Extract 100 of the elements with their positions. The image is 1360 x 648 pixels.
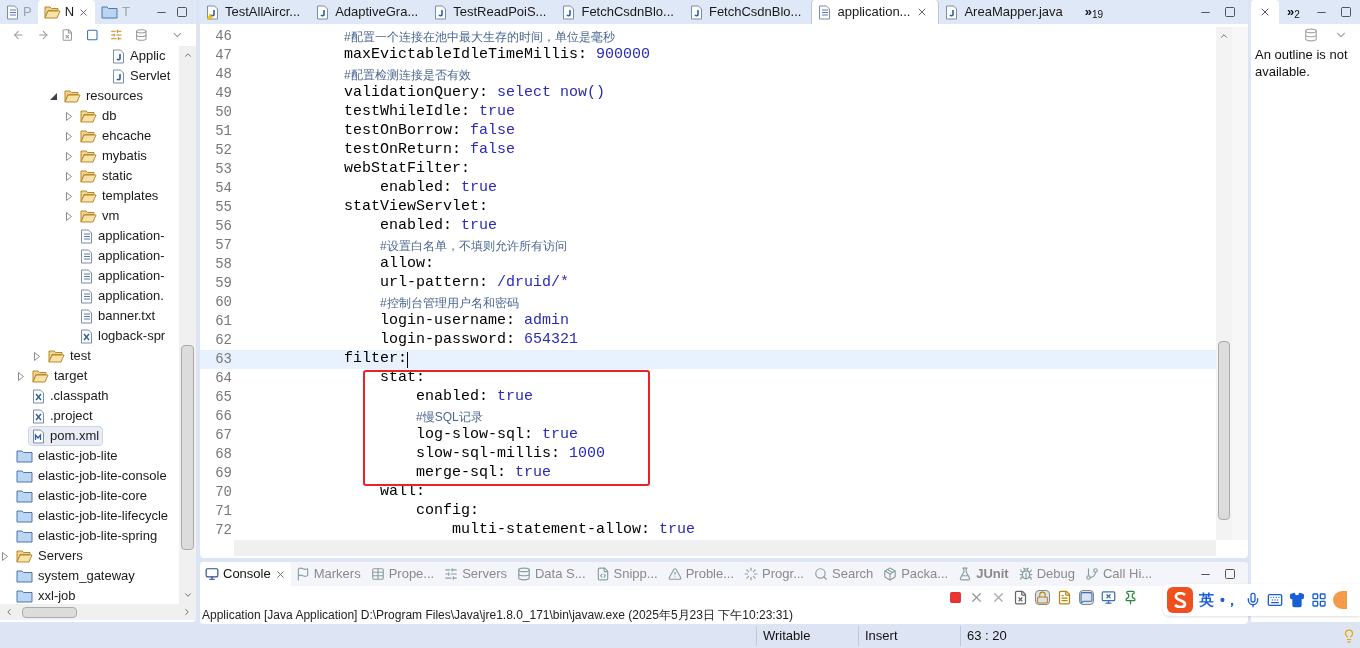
tree-item[interactable]: application- — [76, 246, 169, 266]
project-folder-icon — [16, 529, 33, 543]
close-icon[interactable] — [1259, 6, 1271, 18]
line-number: 72 — [214, 521, 232, 540]
view-tab[interactable]: Console — [200, 562, 291, 586]
editor-tab[interactable]: FetchCsdnBlo... — [556, 0, 684, 24]
tree-item[interactable]: resources — [60, 86, 148, 106]
editor-tab[interactable]: FetchCsdnBlo... — [683, 0, 812, 24]
show-output-icon[interactable] — [1079, 589, 1094, 605]
tree-item[interactable]: elastic-job-lite — [12, 446, 122, 466]
horizontal-scrollbar[interactable] — [0, 604, 196, 620]
link-editor-icon[interactable] — [110, 28, 123, 42]
expanded-arrow-icon[interactable] — [49, 92, 57, 100]
line-number: 59 — [214, 274, 232, 293]
tree-item[interactable]: target — [28, 366, 92, 386]
editor-tab[interactable]: AdaptiveGra... — [310, 0, 429, 24]
editor-tab[interactable]: TestReadPoiS... — [428, 0, 557, 24]
back-icon[interactable] — [12, 28, 25, 42]
line-number: 66 — [214, 407, 232, 426]
scroll-up-icon[interactable] — [182, 50, 193, 60]
tree-item[interactable]: Applic — [108, 46, 170, 66]
tree-item[interactable]: elastic-job-lite-lifecycle — [12, 506, 173, 526]
collapsed-arrow-icon[interactable] — [66, 211, 72, 221]
tree-item[interactable]: db — [76, 106, 121, 126]
yaml-value: true — [479, 102, 516, 123]
collapsed-arrow-icon[interactable] — [66, 151, 72, 161]
maximize-icon[interactable] — [176, 6, 188, 18]
tree-item[interactable]: vm — [76, 206, 124, 226]
collapsed-arrow-icon[interactable] — [66, 111, 72, 121]
tab-overflow[interactable]: »2 — [1287, 2, 1300, 22]
tree-item[interactable]: banner.txt — [76, 306, 160, 326]
input-method-logo-icon[interactable] — [1167, 587, 1193, 613]
tree-item[interactable]: static — [76, 166, 137, 186]
editor-tab[interactable]: application... — [811, 0, 940, 24]
tree-item[interactable]: Servlet — [108, 66, 175, 86]
tree-item[interactable]: test — [44, 346, 95, 366]
line-number: 68 — [214, 445, 232, 464]
scroll-up-icon[interactable] — [1219, 31, 1229, 41]
tree-item[interactable]: elastic-job-lite-console — [12, 466, 171, 486]
bug-icon — [1018, 567, 1033, 581]
collapsed-arrow-icon[interactable] — [34, 351, 40, 361]
maximize-icon[interactable] — [1340, 6, 1352, 18]
scroll-lock-icon[interactable] — [1035, 589, 1050, 605]
yaml-value: true — [461, 216, 498, 237]
collapsed-arrow-icon[interactable] — [18, 371, 24, 381]
line-number: 69 — [214, 464, 232, 483]
collapsed-arrow-icon[interactable] — [2, 551, 8, 561]
tab-overflow[interactable]: »19 — [1084, 2, 1104, 22]
text-file-icon — [80, 288, 93, 304]
vertical-scrollbar[interactable] — [179, 46, 196, 604]
collapsed-arrow-icon[interactable] — [66, 191, 72, 201]
maximize-icon[interactable] — [1224, 568, 1236, 580]
tree-item[interactable]: templates — [76, 186, 163, 206]
keyboard-icon[interactable] — [1266, 592, 1283, 608]
tree-item[interactable]: application- — [76, 266, 169, 286]
forward-icon[interactable] — [36, 28, 50, 42]
line-number: 60 — [214, 293, 232, 312]
status-text: Writable — [756, 626, 858, 646]
scroll-down-icon[interactable] — [182, 590, 193, 600]
avatar-icon[interactable] — [1332, 591, 1347, 609]
shirt-icon[interactable] — [1288, 592, 1305, 608]
tree-item[interactable]: mybatis — [76, 146, 151, 166]
tree-item[interactable]: Servers — [12, 546, 87, 566]
tree-item[interactable]: application- — [76, 226, 169, 246]
collapsed-arrow-icon[interactable] — [66, 131, 72, 141]
project-folder-icon — [16, 449, 33, 463]
pin-icon[interactable] — [1123, 589, 1138, 605]
tree-item[interactable]: xxl-job — [12, 586, 80, 604]
line-number: 55 — [214, 198, 232, 217]
clear-console-icon[interactable] — [1013, 589, 1028, 605]
scroll-left-icon[interactable] — [4, 607, 14, 617]
tree-item[interactable]: elastic-job-lite-spring — [12, 526, 162, 546]
yaml-value: /druid/* — [497, 273, 570, 294]
line-number: 46 — [214, 27, 232, 46]
close-icon[interactable] — [274, 568, 286, 580]
editor-tab[interactable]: TestAllAircr... — [200, 0, 311, 24]
tree-item[interactable]: .project — [28, 406, 97, 426]
punctuation-toggle[interactable]: •， — [1220, 589, 1239, 611]
tree-item[interactable]: logback-spr — [76, 326, 170, 346]
console-output: Application [Java Application] D:\Program Files\Java\jre1.8.0_171\bin\javaw.exe (2025年5月23日 下午10:23:31) — [201, 608, 794, 622]
yaml-value: true — [659, 520, 696, 540]
view-tab[interactable]: N — [37, 0, 96, 24]
editor-tab[interactable]: AreaMapper.java — [939, 0, 1073, 24]
tree-item[interactable]: system_gateway — [12, 566, 139, 586]
tree-item[interactable]: .classpath — [28, 386, 113, 406]
tree-item[interactable]: application. — [76, 286, 168, 306]
language-toggle[interactable]: 英 — [1199, 588, 1214, 612]
collapsed-arrow-icon[interactable] — [66, 171, 72, 181]
collapse-all-icon[interactable] — [85, 28, 99, 42]
maximize-icon[interactable] — [1224, 6, 1236, 18]
show-error-icon[interactable] — [1101, 589, 1116, 605]
word-wrap-icon[interactable] — [1057, 589, 1072, 605]
vertical-scrollbar[interactable] — [1216, 27, 1232, 540]
tree-item[interactable]: ehcache — [76, 126, 156, 146]
tree-item[interactable]: pom.xml — [28, 426, 104, 446]
tree-item[interactable]: elastic-job-lite-core — [12, 486, 152, 506]
stop-icon[interactable] — [949, 590, 962, 604]
close-icon[interactable] — [78, 6, 90, 18]
scroll-right-icon[interactable] — [182, 607, 192, 617]
grid-icon[interactable] — [1310, 592, 1327, 608]
